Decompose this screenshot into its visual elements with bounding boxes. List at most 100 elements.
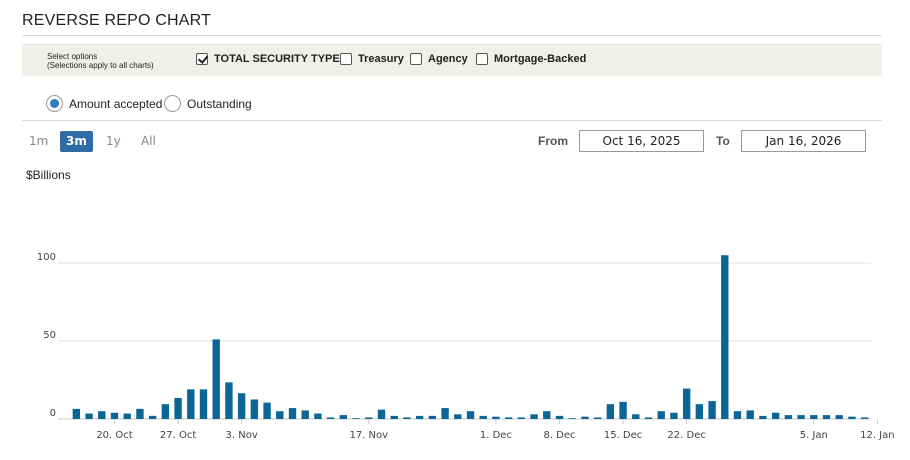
x-tick-label: 27. Oct bbox=[160, 430, 196, 441]
bar bbox=[365, 417, 373, 419]
x-tick-label: 8. Dec bbox=[543, 430, 575, 441]
x-tick-label: 5. Jan bbox=[800, 430, 828, 441]
bar bbox=[848, 416, 856, 419]
bar bbox=[810, 415, 818, 419]
bar bbox=[504, 417, 513, 419]
bar bbox=[110, 412, 119, 419]
bar bbox=[860, 417, 869, 419]
checkbox-label: Agency bbox=[428, 53, 468, 65]
chart-gridlines bbox=[58, 262, 871, 420]
x-tick-label: 3. Nov bbox=[226, 430, 258, 441]
bar bbox=[759, 415, 767, 419]
bar bbox=[136, 408, 144, 419]
to-label: To bbox=[716, 134, 730, 148]
bar bbox=[619, 401, 627, 419]
checkbox-treasury[interactable]: Treasury bbox=[340, 53, 404, 65]
bar bbox=[466, 411, 475, 419]
range-button-1m[interactable]: 1m bbox=[23, 131, 54, 152]
chart-x-ticks: 20. Oct 27. Oct 3. Nov 17. Nov 1. Dec 8. Dec 1… bbox=[96, 419, 895, 441]
bar bbox=[517, 417, 526, 419]
x-tick-label: 22. Dec bbox=[667, 430, 705, 441]
checkbox-agency[interactable]: Agency bbox=[410, 53, 468, 65]
to-date-input[interactable]: Jan 16, 2026 bbox=[741, 130, 866, 152]
x-tick-label: 12. Jan bbox=[860, 430, 895, 441]
bar bbox=[250, 399, 259, 419]
checkbox-unchecked-icon[interactable] bbox=[410, 53, 422, 65]
y-tick-label: 100 bbox=[37, 252, 56, 263]
bar bbox=[428, 415, 437, 419]
bar bbox=[644, 417, 653, 419]
bar bbox=[237, 393, 246, 419]
checkbox-label: Treasury bbox=[358, 53, 404, 65]
bar bbox=[174, 397, 182, 419]
bar bbox=[276, 411, 284, 419]
bar bbox=[797, 415, 805, 419]
bar bbox=[403, 417, 411, 419]
x-tick-label: 1. Dec bbox=[480, 430, 512, 441]
controls-divider bbox=[22, 120, 882, 121]
bar bbox=[822, 415, 831, 419]
bar bbox=[123, 413, 131, 419]
range-button-all[interactable]: All bbox=[135, 131, 162, 152]
bar bbox=[670, 412, 678, 419]
bar bbox=[98, 411, 106, 419]
from-label: From bbox=[538, 134, 568, 148]
bar bbox=[415, 415, 424, 419]
bar bbox=[708, 401, 716, 419]
bar bbox=[543, 411, 551, 419]
radio-label: Outstanding bbox=[187, 96, 252, 111]
bar bbox=[492, 416, 500, 419]
bar bbox=[454, 414, 462, 419]
bar bbox=[593, 417, 602, 419]
checkbox-total-security-types[interactable]: TOTAL SECURITY TYPES bbox=[196, 53, 347, 65]
checkbox-mortgage-backed[interactable]: Mortgage-Backed bbox=[476, 53, 586, 65]
radio-label: Amount accepted bbox=[69, 96, 163, 111]
checkbox-unchecked-icon[interactable] bbox=[340, 53, 352, 65]
bar bbox=[721, 255, 729, 419]
x-tick-label: 15. Dec bbox=[604, 430, 642, 441]
bar bbox=[581, 416, 589, 419]
bar bbox=[530, 414, 538, 419]
bar bbox=[225, 382, 233, 419]
bar bbox=[784, 415, 793, 419]
bar bbox=[352, 418, 360, 419]
x-tick-label: 20. Oct bbox=[96, 430, 132, 441]
bar bbox=[187, 389, 195, 419]
bar bbox=[212, 339, 220, 419]
bar bbox=[377, 409, 386, 419]
bar bbox=[288, 408, 297, 419]
bar bbox=[606, 404, 615, 419]
radio-unselected-icon[interactable] bbox=[164, 95, 181, 112]
chart-y-ticks: 0 50 100 bbox=[37, 252, 56, 419]
bar bbox=[682, 388, 691, 419]
bar bbox=[263, 402, 271, 419]
y-tick-label: 0 bbox=[50, 408, 56, 419]
checkbox-unchecked-icon[interactable] bbox=[476, 53, 488, 65]
bar bbox=[301, 410, 309, 419]
radio-selected-icon[interactable] bbox=[46, 95, 63, 112]
bar bbox=[657, 411, 665, 419]
bar bbox=[326, 417, 335, 419]
title-divider bbox=[22, 35, 882, 36]
radio-outstanding[interactable]: Outstanding bbox=[164, 95, 252, 112]
bar bbox=[339, 415, 348, 419]
checkbox-label: TOTAL SECURITY TYPES bbox=[214, 53, 348, 65]
range-button-3m[interactable]: 3m bbox=[60, 131, 93, 152]
bar bbox=[568, 418, 576, 419]
bar bbox=[632, 414, 640, 419]
bar bbox=[695, 404, 704, 419]
radio-amount-accepted[interactable]: Amount accepted bbox=[46, 95, 162, 112]
bar bbox=[148, 415, 157, 419]
bar bbox=[479, 415, 487, 419]
range-button-1y[interactable]: 1y bbox=[100, 131, 127, 152]
bar bbox=[555, 415, 564, 419]
bar bbox=[72, 408, 81, 419]
from-date-input[interactable]: Oct 16, 2025 bbox=[579, 130, 704, 152]
bar bbox=[85, 413, 93, 419]
options-help: Select options (Selections apply to all … bbox=[47, 52, 154, 70]
checkbox-checked-icon[interactable] bbox=[196, 53, 208, 65]
options-help-title: Select options bbox=[47, 52, 98, 61]
options-help-note: (Selections apply to all charts) bbox=[47, 61, 154, 70]
bar bbox=[733, 411, 742, 419]
bar bbox=[771, 412, 780, 419]
